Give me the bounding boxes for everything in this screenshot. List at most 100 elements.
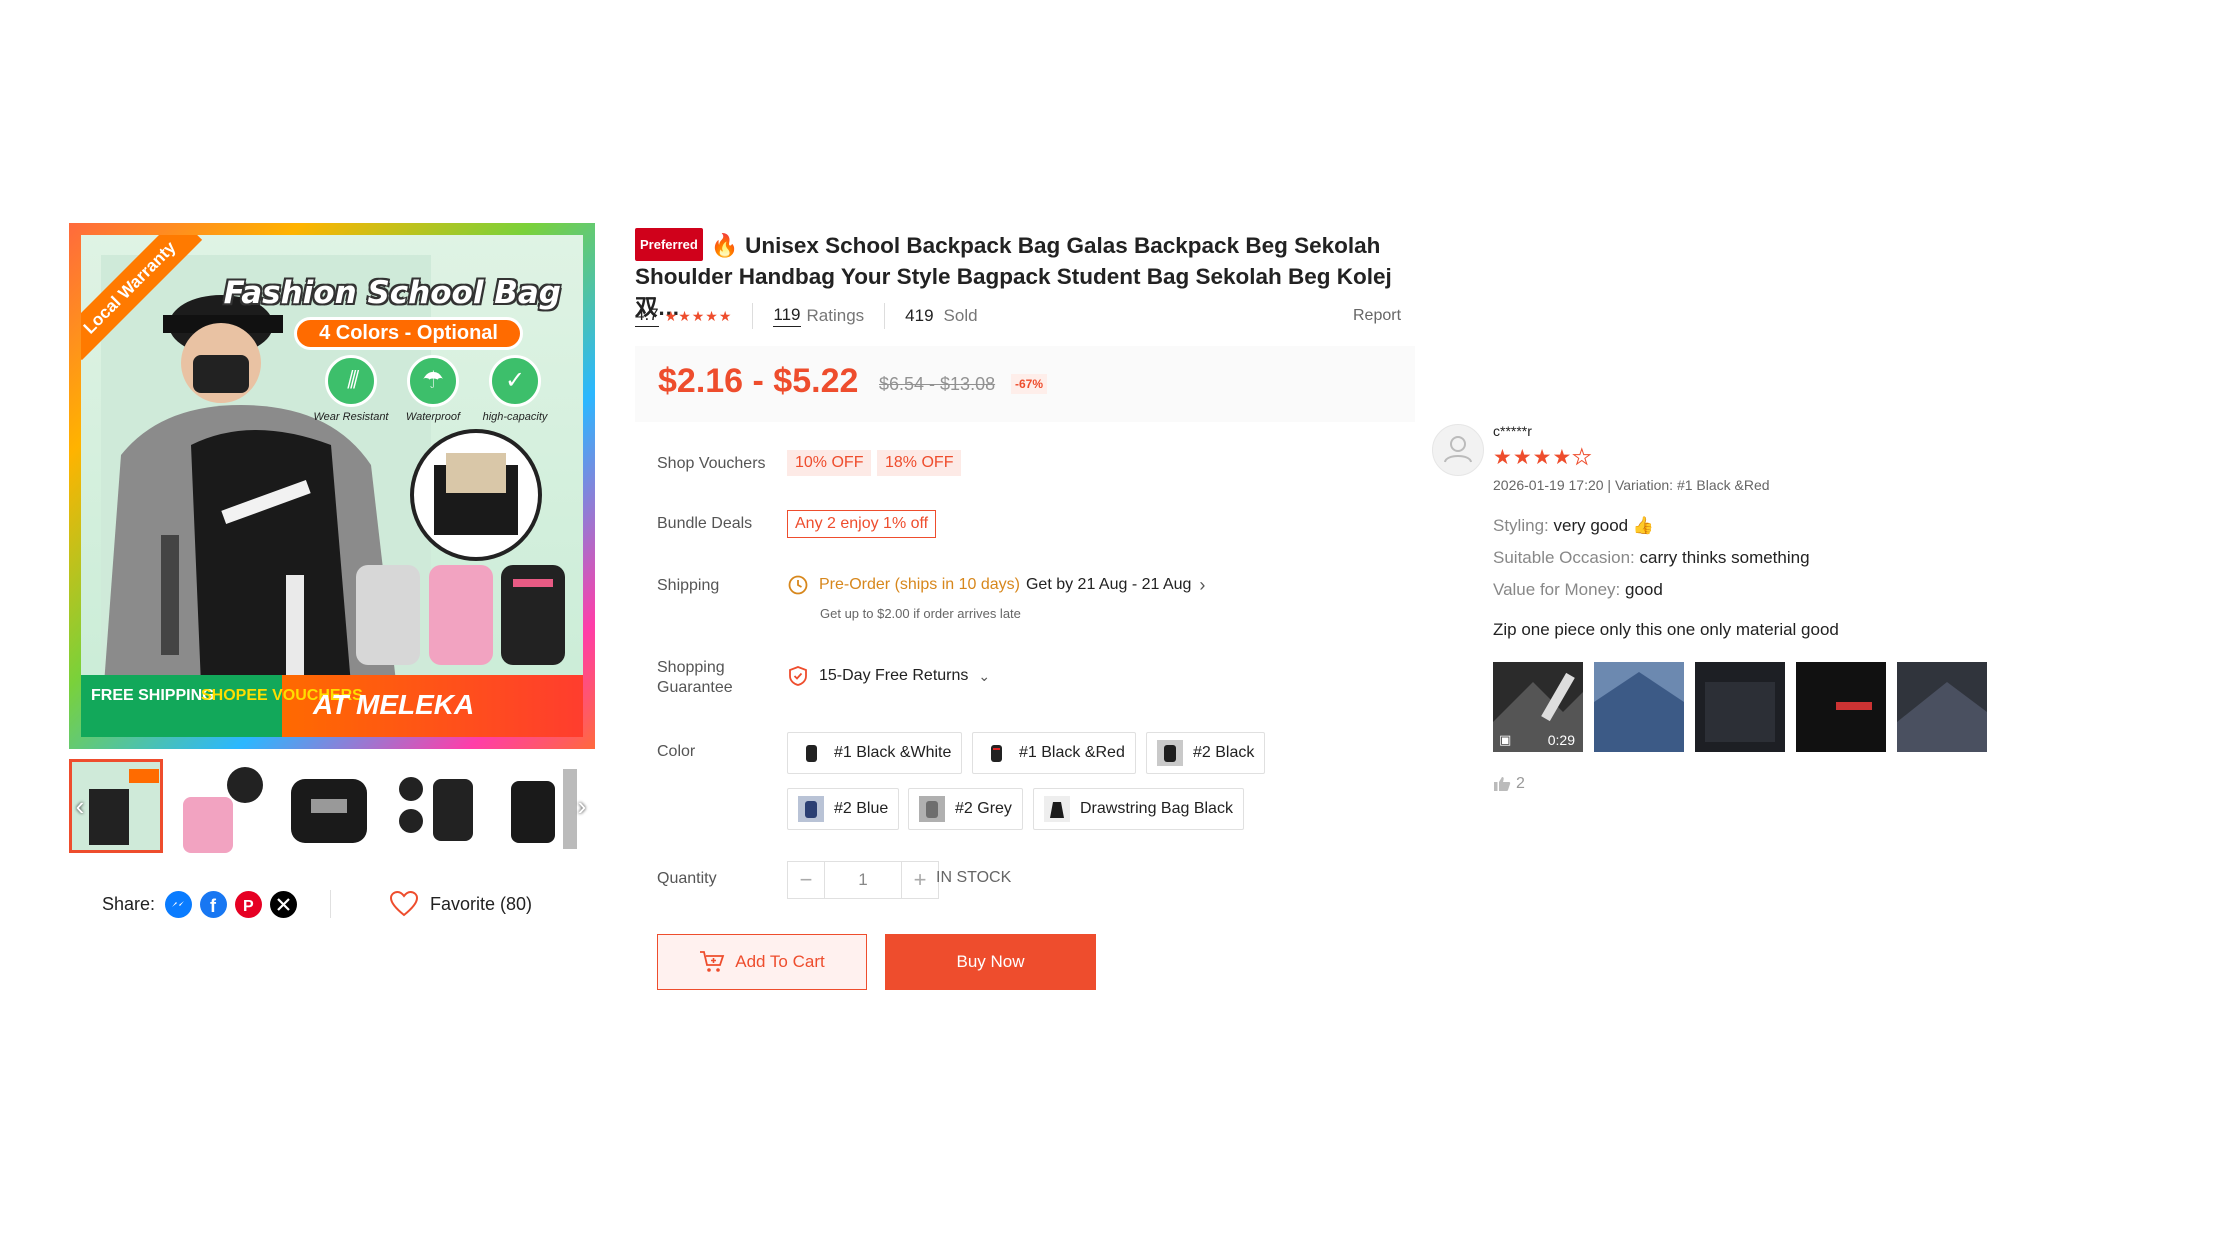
report-link[interactable]: Report [1353,307,1401,325]
favorite-button[interactable]: Favorite (80) [390,889,532,919]
free-shipping-text: FREE SHIPPING [91,687,215,704]
bundle-deals-label: Bundle Deals [657,515,753,532]
review-photo-4[interactable] [1796,662,1886,752]
thumbnail-4[interactable] [387,759,481,853]
promo-banner: FREE SHIPPING SHOPEE VOUCHERS AT MELEKA [81,675,583,737]
likes-count: 2 [1516,775,1525,792]
facebook-icon[interactable]: f [200,890,228,918]
chevron-right-icon[interactable]: › [571,791,593,821]
add-to-cart-button[interactable]: Add To Cart [657,934,867,990]
feature-label: Wear Resistant [313,411,389,423]
quantity-label: Quantity [657,870,717,887]
thumbnail-3[interactable] [281,759,375,853]
rating-stars: ★★★★★ [664,307,733,324]
rating-value[interactable]: 4.7 [635,305,659,327]
sold-label: Sold [943,306,978,325]
video-camera-icon: ▣ [1499,732,1512,747]
feature-waterproof: ☂ Waterproof [391,355,475,423]
share-row: Share: f P [102,889,298,919]
svg-text:P: P [243,898,254,915]
thumbnail-2[interactable] [175,759,269,853]
variant-2-grey[interactable]: #2 Grey [908,788,1023,830]
feature-label: high-capacity [482,411,548,423]
variant-2-blue[interactable]: #2 Blue [787,788,900,830]
quantity-decrease-button[interactable]: − [788,862,824,898]
reviewer-name: c*****r [1493,423,1532,439]
delivery-date: Get by 21 Aug - 21 Aug [1025,576,1192,593]
reviewer-avatar [1432,424,1484,476]
discount-badge: -67% [1011,374,1048,394]
svg-text:f: f [210,896,217,916]
product-main-image[interactable]: Local Warranty Fashion School Bag 4 Colo… [69,223,595,749]
shield-icon [789,666,807,686]
shopping-guarantee-label: Shopping Guarantee [657,658,733,698]
price-box: $2.16 - $5.22 $6.54 - $13.08 -67% [635,346,1415,422]
ratings-label: Ratings [806,306,865,325]
variant-label: Drawstring Bag Black [1080,800,1233,817]
feature-high-capacity: ✓ high-capacity [473,355,557,423]
chevron-right-icon: › [1199,574,1206,595]
review-likes[interactable]: 2 [1493,775,1525,793]
review-photo-2[interactable] [1594,662,1684,752]
meta-divider [752,303,754,329]
share-label: Share: [102,893,156,914]
guarantee-label-line2: Guarantee [657,679,733,696]
feature-label: Waterproof [405,411,461,423]
review-photo-5[interactable] [1897,662,1987,752]
messenger-icon[interactable] [165,890,193,918]
variant-2-black[interactable]: #2 Black [1146,732,1266,774]
waterproof-icon: ☂ [407,355,459,407]
rating-sold-row: 4.7 ★★★★★ 119 Ratings 419 Sold [635,303,978,329]
shipping-info[interactable]: Pre-Order (ships in 10 days) Get by 21 A… [787,574,1205,596]
variant-thumbnail [1044,796,1070,822]
variant-drawstring-bag-black[interactable]: Drawstring Bag Black [1033,788,1244,830]
ratings-count[interactable]: 119 [773,305,801,327]
shipping-label: Shipping [657,577,720,594]
main-image-content: Local Warranty Fashion School Bag 4 Colo… [81,235,583,737]
voucher-18-off[interactable]: 18% OFF [877,450,962,476]
x-twitter-icon[interactable] [270,890,298,918]
chevron-left-icon[interactable]: ‹ [69,791,91,821]
original-price: $6.54 - $13.08 [879,374,996,394]
image-colors-pill: 4 Colors - Optional [294,317,523,350]
guarantee-dropdown[interactable]: 15-Day Free Returns ⌄ [787,665,990,687]
variant-label: #2 Grey [955,800,1012,817]
preorder-text: Pre-Order (ships in 10 days) [819,576,1020,593]
pinterest-icon[interactable]: P [235,890,263,918]
flame-icon: 🔥 [710,233,739,258]
variant-label: #2 Blue [834,800,889,817]
variant-label: #1 Black &Red [1019,744,1125,761]
variant-thumbnail [983,740,1009,766]
add-to-cart-label: Add To Cart [735,952,825,971]
voucher-10-off[interactable]: 10% OFF [787,450,872,476]
cart-icon [700,951,725,972]
review-video-thumbnail[interactable]: ▣ 0:29 [1493,662,1583,752]
review-date-variation: 2026-01-19 17:20 | Variation: #1 Black &… [1493,477,1770,493]
share-divider [330,890,331,918]
quantity-increase-button[interactable]: + [902,862,938,898]
stock-status: IN STOCK [936,869,1012,886]
guarantee-text: 15-Day Free Returns [819,667,969,684]
bundle-deal-tag[interactable]: Any 2 enjoy 1% off [787,510,937,538]
quantity-input[interactable]: 1 [824,862,902,898]
quantity-stepper: − 1 + [787,861,939,899]
current-price: $2.16 - $5.22 [658,362,859,400]
buy-now-button[interactable]: Buy Now [885,934,1096,990]
review-attr-occasion: Suitable Occasion: carry thinks somethin… [1493,548,1810,568]
attr-key: Styling: [1493,516,1549,535]
clock-icon [788,575,808,595]
late-delivery-note: Get up to $2.00 if order arrives late [820,606,1021,621]
guarantee-label-line1: Shopping [657,659,725,676]
review-photo-3[interactable] [1695,662,1785,752]
sold-count: 419 [905,306,934,325]
favorite-label: Favorite (80) [430,893,533,914]
variant-label: #2 Black [1193,744,1255,761]
thumbnail-strip: ‹ › [69,759,595,855]
image-title-text: Fashion School Bag [223,275,561,311]
attr-value: carry thinks something [1639,548,1810,567]
variant-1-black-white[interactable]: #1 Black &White [787,732,963,774]
high-capacity-icon: ✓ [489,355,541,407]
attr-value: good [1625,580,1663,599]
feature-wear-resistant: ⦀ Wear Resistant [309,355,393,423]
variant-1-black-red[interactable]: #1 Black &Red [972,732,1136,774]
